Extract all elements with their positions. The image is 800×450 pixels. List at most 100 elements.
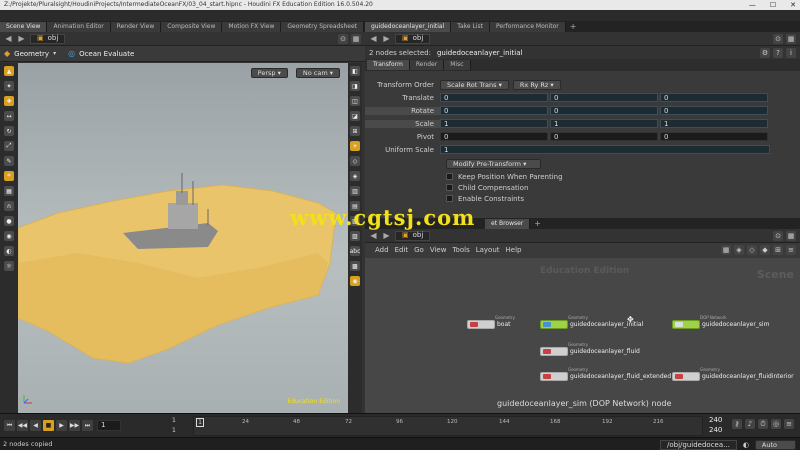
node-guidedoceanlayer-sim[interactable]: DOP Network guidedoceanlayer_sim (672, 315, 769, 329)
menu-view[interactable]: View (430, 246, 447, 254)
audio-icon[interactable]: ♪ (745, 419, 755, 429)
tab-take-list[interactable]: Take List (451, 22, 490, 32)
tab-guidedoceanlayer-initial[interactable]: guidedoceanlayer_initial (365, 22, 452, 32)
pin-icon[interactable]: ⊙ (338, 33, 348, 44)
display-icon-13[interactable]: abc (350, 246, 360, 256)
display-icon-4[interactable]: ◪ (350, 111, 360, 121)
back-arrow-icon[interactable]: ◀ (369, 231, 378, 240)
network-tool-icon-1[interactable]: ▦ (721, 245, 731, 255)
tab-scene-view[interactable]: Scene View (0, 22, 48, 32)
pivot-z-field[interactable]: 0 (660, 132, 768, 141)
pivot-tool-icon[interactable]: ◉ (4, 231, 14, 241)
info-icon[interactable]: i (786, 47, 796, 58)
translate-z-field[interactable]: 0 (660, 93, 768, 102)
step-forward-icon[interactable]: ▶▶ (69, 420, 80, 431)
snap-tool-icon[interactable]: ⌗ (4, 171, 14, 181)
network-tool-icon-6[interactable]: ≡ (786, 245, 796, 255)
camera-persp-menu[interactable]: Persp ▾ (250, 68, 288, 78)
display-icon-8[interactable]: ◈ (350, 171, 360, 181)
step-back-icon[interactable]: ◀◀ (17, 420, 28, 431)
help-icon[interactable]: ? (773, 47, 783, 58)
magnet-tool-icon[interactable]: ∩ (4, 201, 14, 211)
grid-tool-icon[interactable]: ▦ (4, 186, 14, 196)
enable-constraints-checkbox[interactable] (446, 195, 453, 202)
play-reverse-icon[interactable]: ◀ (30, 420, 41, 431)
param-path-field[interactable]: ▣ obj (395, 33, 431, 44)
forward-arrow-icon[interactable]: ▶ (382, 34, 391, 43)
display-icon-14[interactable]: ▩ (350, 261, 360, 271)
menu-tools[interactable]: Tools (452, 246, 469, 254)
network-tool-icon-5[interactable]: ⊞ (773, 245, 783, 255)
range-start[interactable]: 1 (172, 417, 176, 424)
display-icon-12[interactable]: ▨ (350, 231, 360, 241)
view-tool-icon[interactable]: ✦ (4, 81, 14, 91)
network-path-field[interactable]: ▣ obj (395, 230, 431, 241)
status-display-icon[interactable]: ◐ (743, 439, 749, 450)
tab-motion-fx-view[interactable]: Motion FX View (222, 22, 282, 32)
handle-tool-icon[interactable]: ✚ (4, 96, 14, 106)
forward-arrow-icon[interactable]: ▶ (17, 34, 26, 43)
range-start-2[interactable]: 1 (172, 427, 176, 434)
realtime-icon[interactable]: ⏱ (758, 419, 768, 429)
left-path-field[interactable]: ▣ obj (30, 33, 66, 44)
camera-nocam-menu[interactable]: No cam ▾ (295, 68, 340, 78)
global-anim-icon[interactable]: ◎ (771, 419, 781, 429)
node-boat[interactable]: Geometry boat (467, 315, 515, 329)
close-button[interactable]: ✕ (790, 0, 796, 10)
keep-position-checkbox[interactable] (446, 173, 453, 180)
display-icon-15[interactable]: ◉ (350, 276, 360, 286)
display-icon-5[interactable]: ⊞ (350, 126, 360, 136)
display-icon-6[interactable]: ☀ (350, 141, 360, 151)
tab-asset-browser[interactable]: et Browser (485, 219, 531, 229)
jump-end-icon[interactable]: ⏭ (82, 420, 93, 431)
pin-icon[interactable]: ⊙ (773, 230, 783, 241)
light-tool-icon[interactable]: ☼ (4, 261, 14, 271)
display-icon-9[interactable]: ▥ (350, 186, 360, 196)
auto-update-menu[interactable]: Auto Update (754, 440, 796, 450)
scale-z-field[interactable]: 1 (660, 119, 768, 128)
tab-composite-view[interactable]: Composite View (161, 22, 223, 32)
dropdown-chevron-icon[interactable]: ▾ (53, 50, 56, 57)
child-compensation-checkbox[interactable] (446, 184, 453, 191)
pose-tool-icon[interactable]: ✎ (4, 156, 14, 166)
status-node-path[interactable]: /obj/guidedocea... (660, 440, 737, 450)
add-tab-icon[interactable]: + (530, 219, 545, 229)
render-tool-icon[interactable]: ◐ (4, 246, 14, 256)
add-tab-icon[interactable]: + (566, 22, 581, 32)
forward-arrow-icon[interactable]: ▶ (382, 231, 391, 240)
node-guidedoceanlayer-fluidinterior[interactable]: Geometry guidedoceanlayer_fluidinterior (672, 367, 794, 381)
tab-performance-monitor[interactable]: Performance Monitor (489, 22, 566, 32)
select-tool-icon[interactable]: ▲ (4, 66, 14, 76)
pane-menu-icon[interactable]: ▦ (786, 33, 796, 44)
frame-marker[interactable]: 1 (196, 418, 204, 427)
tab-geometry-spreadsheet[interactable]: Geometry Spreadsheet (281, 22, 364, 32)
geometry-context-label[interactable]: Geometry (14, 50, 49, 58)
uniform-scale-field[interactable]: 1 (440, 145, 770, 154)
play-icon[interactable]: ▶ (56, 420, 67, 431)
tab-transform[interactable]: Transform (367, 59, 410, 70)
rotate-tool-icon[interactable]: ↻ (4, 126, 14, 136)
pivot-y-field[interactable]: 0 (550, 132, 658, 141)
display-icon-2[interactable]: ◨ (350, 81, 360, 91)
network-tool-icon-4[interactable]: ◆ (760, 245, 770, 255)
transform-order-menu[interactable]: Scale Rot Trans ▾ (440, 79, 509, 90)
range-end[interactable]: 240 (709, 416, 722, 424)
tab-animation-editor[interactable]: Animation Editor (47, 22, 111, 32)
pane-menu-icon[interactable]: ▦ (786, 230, 796, 241)
menu-go[interactable]: Go (414, 246, 424, 254)
stop-icon[interactable]: ■ (43, 420, 54, 431)
current-frame-field[interactable]: 1 (97, 420, 121, 431)
network-tool-icon-2[interactable]: ◈ (734, 245, 744, 255)
timeline-menu-icon[interactable]: ≡ (784, 419, 794, 429)
menu-help[interactable]: Help (506, 246, 522, 254)
rotate-y-field[interactable]: 0 (550, 106, 658, 115)
scale-x-field[interactable]: 1 (440, 119, 548, 128)
scale-tool-icon[interactable]: ⤢ (4, 141, 14, 151)
translate-x-field[interactable]: 0 (440, 93, 548, 102)
minimize-button[interactable]: — (749, 0, 756, 10)
display-icon-1[interactable]: ◧ (350, 66, 360, 76)
maximize-button[interactable]: ☐ (770, 0, 776, 10)
group-tool-icon[interactable]: ● (4, 216, 14, 226)
tab-misc[interactable]: Misc (444, 59, 471, 70)
network-editor-canvas[interactable]: Education Edition Scene Geometry boat Ge… (365, 258, 800, 413)
